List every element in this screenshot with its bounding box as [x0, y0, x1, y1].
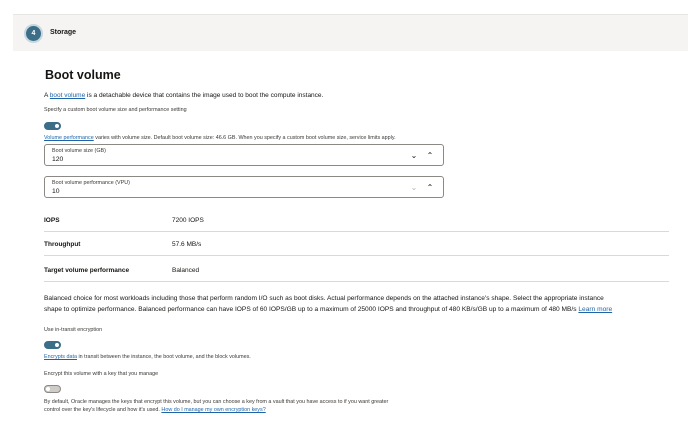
decrement-chevron-down-icon[interactable]: ⌄ [409, 183, 419, 193]
stat-key: Throughput [44, 241, 81, 248]
boot-volume-performance-field[interactable]: Boot volume performance (VPU) 10 ⌄ ⌃ [44, 176, 444, 198]
balanced-performance-description: Balanced choice for most workloads inclu… [44, 295, 613, 313]
stat-value: 57.6 MB/s [172, 241, 202, 248]
boot-volume-performance-value[interactable]: 10 [52, 188, 60, 195]
step-title: Storage [50, 29, 77, 36]
custom-size-label: Specify a custom boot volume size and pe… [44, 107, 187, 113]
boot-volume-performance-label: Boot volume performance (VPU) [52, 180, 130, 186]
increment-chevron-up-icon[interactable]: ⌃ [425, 183, 435, 193]
boot-volume-size-label: Boot volume size (GB) [52, 148, 106, 154]
increment-chevron-up-icon[interactable]: ⌃ [425, 151, 435, 161]
stat-row-iops: IOPS 7200 IOPS [44, 210, 669, 232]
boot-volume-intro: A boot volume is a detachable device tha… [44, 92, 324, 99]
stat-row-target-performance: Target volume performance Balanced [44, 260, 669, 282]
learn-more-link[interactable]: Learn more [578, 306, 612, 313]
own-key-encryption-toggle[interactable] [44, 385, 61, 393]
boot-volume-size-value[interactable]: 120 [52, 156, 63, 163]
stat-key: Target volume performance [44, 267, 130, 274]
toggle-knob [46, 387, 50, 391]
custom-size-toggle[interactable] [44, 122, 61, 130]
in-transit-encryption-toggle[interactable] [44, 341, 61, 349]
toggle-knob [55, 343, 59, 347]
manage-keys-help-link[interactable]: How do I manage my own encryption keys? [161, 407, 265, 413]
decrement-chevron-down-icon[interactable]: ⌄ [409, 151, 419, 161]
stat-row-throughput: Throughput 57.6 MB/s [44, 234, 669, 256]
own-key-encryption-label: Encrypt this volume with a key that you … [44, 371, 159, 377]
stat-key: IOPS [44, 217, 60, 224]
boot-volume-size-field[interactable]: Boot volume size (GB) 120 ⌄ ⌃ [44, 144, 444, 166]
in-transit-encryption-label: Use in-transit encryption [44, 327, 103, 333]
volume-performance-note: Volume performance varies with volume si… [44, 135, 396, 141]
own-key-encryption-note: By default, Oracle manages the keys that… [44, 399, 389, 413]
stat-value: 7200 IOPS [172, 217, 204, 224]
step-header[interactable]: 4 Storage [13, 14, 688, 51]
section-title: Boot volume [45, 68, 121, 82]
toggle-knob [55, 124, 59, 128]
step-number-badge: 4 [24, 24, 43, 43]
boot-volume-link[interactable]: boot volume [50, 92, 85, 99]
in-transit-encryption-note: Encrypts data in transit between the ins… [44, 354, 251, 360]
stat-value: Balanced [172, 267, 200, 274]
encrypts-data-link[interactable]: Encrypts data [44, 354, 77, 360]
volume-performance-link[interactable]: Volume performance [44, 135, 94, 141]
